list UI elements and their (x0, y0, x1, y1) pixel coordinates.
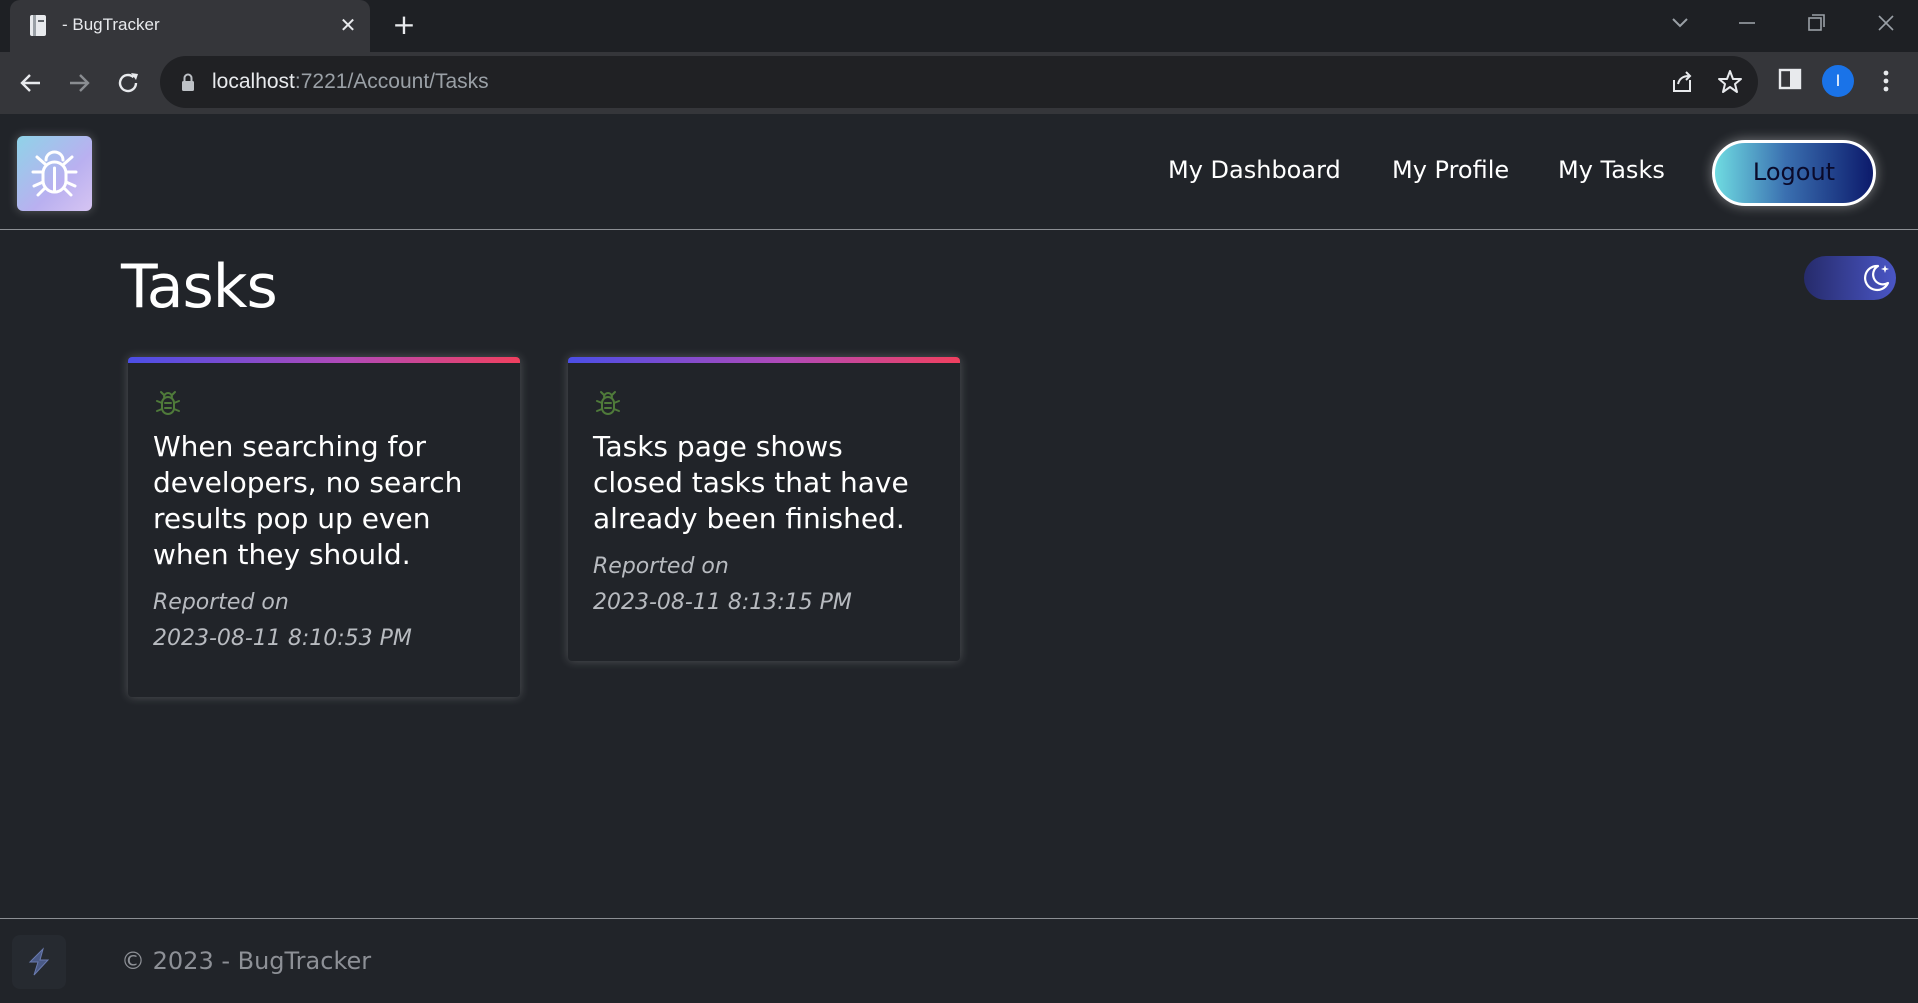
browser-tabstrip: - BugTracker ✕ + (0, 0, 1918, 52)
bug-icon (596, 391, 620, 415)
forward-arrow-icon[interactable] (62, 66, 96, 100)
site-logo[interactable] (17, 136, 92, 211)
task-meta: Reported on 2023-08-11 8:10:53 PM (153, 585, 495, 657)
reported-date: 2023-08-11 8:13:15 PM (593, 590, 852, 615)
kebab-menu-icon[interactable] (1876, 66, 1896, 96)
lock-icon[interactable] (180, 72, 196, 92)
footer-copyright: © 2023 - BugTracker (121, 947, 372, 975)
logout-button[interactable]: Logout (1712, 140, 1876, 206)
share-icon[interactable] (1668, 68, 1696, 96)
reported-label: Reported on (593, 554, 729, 579)
footer-logo[interactable] (12, 935, 66, 989)
tab-title: - BugTracker (62, 15, 160, 34)
minimize-icon[interactable] (1727, 8, 1767, 38)
theme-toggle[interactable] (1804, 256, 1896, 300)
task-card[interactable]: When searching for developers, no search… (128, 357, 520, 697)
nav-my-tasks[interactable]: My Tasks (1558, 156, 1665, 184)
restore-icon[interactable] (1796, 8, 1836, 38)
sidebar-icon[interactable] (1775, 64, 1805, 94)
task-title: Tasks page shows closed tasks that have … (593, 430, 909, 535)
bolt-logo-icon (28, 947, 50, 976)
reported-date: 2023-08-11 8:10:53 PM (153, 626, 412, 651)
window-close-icon[interactable] (1866, 8, 1906, 38)
site-footer: © 2023 - BugTracker (0, 918, 1918, 1003)
close-icon[interactable]: ✕ (336, 13, 360, 37)
task-card[interactable]: Tasks page shows closed tasks that have … (568, 357, 960, 661)
reload-icon[interactable] (111, 66, 145, 100)
task-title: When searching for developers, no search… (153, 430, 463, 571)
star-icon[interactable] (1716, 68, 1744, 96)
task-meta: Reported on 2023-08-11 8:13:15 PM (593, 549, 935, 621)
reported-label: Reported on (153, 590, 289, 615)
plus-icon[interactable]: + (390, 11, 418, 40)
address-bar[interactable]: localhost:7221/Account/Tasks (160, 56, 1758, 108)
url-host: localhost (212, 70, 295, 93)
site-header: My Dashboard My Profile My Tasks Logout (0, 114, 1918, 230)
nav-my-dashboard[interactable]: My Dashboard (1168, 156, 1341, 184)
url-path: :7221/Account/Tasks (294, 70, 489, 93)
tab-search-icon[interactable] (1660, 8, 1700, 38)
url-text[interactable]: localhost:7221/Account/Tasks (212, 70, 489, 94)
bug-logo-icon (31, 150, 78, 197)
browser-toolbar: localhost:7221/Account/Tasks I (0, 52, 1918, 114)
avatar[interactable]: I (1822, 65, 1854, 97)
bug-icon (156, 391, 180, 415)
back-arrow-icon[interactable] (14, 66, 48, 100)
browser-tab[interactable]: - BugTracker ✕ (10, 0, 370, 52)
page-title: Tasks (121, 252, 278, 322)
moon-icon (1864, 264, 1890, 292)
nav-my-profile[interactable]: My Profile (1392, 156, 1509, 184)
tab-favicon-icon (30, 15, 46, 36)
